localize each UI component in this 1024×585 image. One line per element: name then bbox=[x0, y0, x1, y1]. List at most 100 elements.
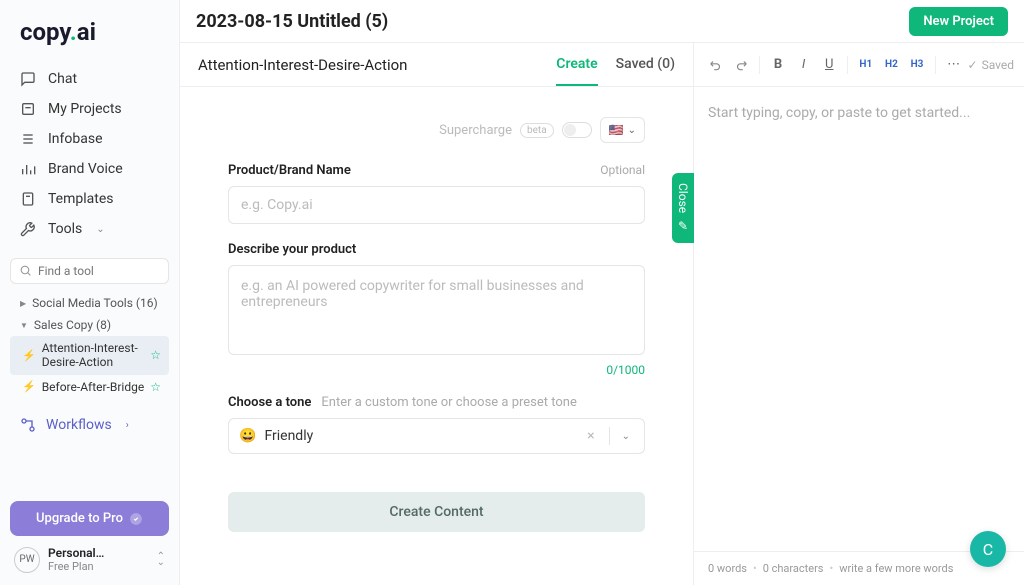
form-panel: Attention-Interest-Desire-Action Create … bbox=[180, 43, 694, 585]
h3-label: H3 bbox=[911, 59, 924, 70]
group-sales-label: Sales Copy (8) bbox=[34, 318, 111, 332]
star-icon[interactable]: ☆ bbox=[150, 348, 161, 362]
tone-value: Friendly bbox=[264, 428, 573, 444]
chevron-down-icon[interactable]: ⌄ bbox=[618, 431, 634, 442]
upgrade-button[interactable]: Upgrade to Pro bbox=[10, 501, 169, 536]
tab-create[interactable]: Create bbox=[556, 44, 597, 86]
nav-chat-label: Chat bbox=[48, 71, 77, 87]
dot-icon: • bbox=[753, 562, 757, 575]
upgrade-label: Upgrade to Pro bbox=[36, 511, 123, 526]
undo-button[interactable] bbox=[704, 53, 728, 77]
pen-icon: ✎ bbox=[676, 219, 690, 233]
h1-button[interactable]: H1 bbox=[854, 53, 878, 77]
chat-icon bbox=[20, 71, 36, 87]
workflows-icon bbox=[20, 417, 36, 433]
page-title[interactable]: 2023-08-15 Untitled (5) bbox=[196, 11, 388, 32]
logo[interactable]: copy.ai bbox=[0, 0, 179, 56]
bold-button[interactable]: B bbox=[766, 53, 790, 77]
user-menu[interactable]: PW Personal… Free Plan ⌃⌄ bbox=[10, 536, 169, 573]
user-name: Personal… bbox=[48, 546, 149, 560]
tone-label: Choose a tone bbox=[228, 395, 311, 410]
caret-right-icon: ▶ bbox=[20, 299, 26, 308]
chevron-down-icon: ⌄ bbox=[96, 224, 104, 235]
more-button[interactable]: ⋯ bbox=[942, 53, 966, 77]
template-name: Attention-Interest-Desire-Action bbox=[198, 56, 407, 74]
tool-bab[interactable]: ⚡ Before-After-Bridge ☆ bbox=[10, 375, 169, 399]
tool-aida-label: Attention-Interest-Desire-Action bbox=[42, 341, 145, 370]
create-content-button[interactable]: Create Content bbox=[228, 492, 645, 532]
tool-aida[interactable]: ⚡ Attention-Interest-Desire-Action ☆ bbox=[10, 336, 169, 375]
search-icon bbox=[19, 264, 32, 278]
group-social[interactable]: ▶ Social Media Tools (16) bbox=[10, 292, 169, 314]
chat-icon: C bbox=[983, 540, 993, 559]
tone-select[interactable]: 😀 Friendly × ⌄ bbox=[228, 418, 645, 454]
clear-icon[interactable]: × bbox=[581, 428, 600, 444]
updown-icon: ⌃⌄ bbox=[157, 554, 165, 566]
h2-label: H2 bbox=[885, 59, 898, 70]
topbar: 2023-08-15 Untitled (5) New Project bbox=[180, 0, 1024, 42]
templates-icon bbox=[20, 191, 36, 207]
tools-icon bbox=[20, 221, 36, 237]
help-fab[interactable]: C bbox=[970, 531, 1006, 567]
nav-chat[interactable]: Chat bbox=[10, 64, 169, 94]
word-count: 0 words bbox=[708, 562, 747, 575]
editor-body[interactable]: Start typing, copy, or paste to get star… bbox=[694, 87, 1024, 551]
nav-templates-label: Templates bbox=[48, 191, 114, 207]
nav-infobase-label: Infobase bbox=[48, 131, 103, 147]
divider bbox=[609, 427, 610, 445]
separator bbox=[759, 56, 760, 74]
user-plan: Free Plan bbox=[48, 560, 149, 573]
tool-search[interactable] bbox=[10, 258, 169, 284]
underline-button[interactable]: U bbox=[817, 53, 841, 77]
nav-projects[interactable]: My Projects bbox=[10, 94, 169, 124]
tool-search-input[interactable] bbox=[38, 264, 194, 278]
supercharge-toggle[interactable] bbox=[562, 122, 592, 138]
chevron-right-icon: › bbox=[126, 420, 129, 431]
more-words-hint: write a few more words bbox=[839, 562, 953, 575]
close-panel-button[interactable]: Close ✎ bbox=[672, 173, 694, 243]
char-count: 0/1000 bbox=[228, 363, 645, 377]
group-sales[interactable]: ▼ Sales Copy (8) bbox=[10, 314, 169, 336]
nav-tools-label: Tools bbox=[48, 221, 82, 237]
tone-emoji: 😀 bbox=[239, 428, 256, 444]
redo-button[interactable] bbox=[730, 53, 754, 77]
product-name-input[interactable] bbox=[228, 186, 645, 224]
separator bbox=[847, 56, 848, 74]
flag-icon: 🇺🇸 bbox=[609, 123, 624, 137]
bolt-icon: ⚡ bbox=[22, 349, 36, 362]
nav-workflows[interactable]: Workflows › bbox=[0, 407, 179, 443]
product-label: Product/Brand Name bbox=[228, 163, 351, 178]
describe-input[interactable] bbox=[228, 265, 645, 355]
tab-saved[interactable]: Saved (0) bbox=[616, 44, 675, 86]
caret-down-icon: ▼ bbox=[20, 321, 28, 330]
avatar-initials: PW bbox=[19, 554, 34, 565]
dot-icon: • bbox=[830, 562, 834, 575]
separator bbox=[935, 56, 936, 74]
editor-panel: B I U H1 H2 H3 ⋯ ✓ Saved Start typing, c… bbox=[694, 43, 1024, 585]
italic-button[interactable]: I bbox=[792, 53, 816, 77]
nav-brandvoice[interactable]: Brand Voice bbox=[10, 154, 169, 184]
tool-bab-label: Before-After-Bridge bbox=[42, 380, 145, 394]
nav-templates[interactable]: Templates bbox=[10, 184, 169, 214]
language-select[interactable]: 🇺🇸 ⌄ bbox=[600, 117, 645, 143]
group-social-label: Social Media Tools (16) bbox=[32, 296, 158, 310]
new-project-button[interactable]: New Project bbox=[909, 7, 1008, 36]
h1-label: H1 bbox=[859, 59, 872, 70]
bolt-icon: ⚡ bbox=[22, 380, 36, 393]
logo-dot: . bbox=[70, 18, 77, 46]
h3-button[interactable]: H3 bbox=[905, 53, 929, 77]
logo-text: copy bbox=[20, 18, 70, 46]
chevron-down-icon: ⌄ bbox=[628, 125, 636, 136]
nav-infobase[interactable]: Infobase bbox=[10, 124, 169, 154]
star-icon[interactable]: ☆ bbox=[150, 380, 161, 394]
create-content-label: Create Content bbox=[389, 504, 483, 520]
brandvoice-icon bbox=[20, 161, 36, 177]
beta-badge: beta bbox=[520, 123, 554, 138]
badge-icon bbox=[129, 512, 143, 526]
check-icon: ✓ bbox=[968, 58, 978, 72]
new-project-label: New Project bbox=[923, 14, 994, 29]
supercharge-label: Supercharge bbox=[439, 123, 512, 138]
nav-tools[interactable]: Tools ⌄ bbox=[10, 214, 169, 244]
h2-button[interactable]: H2 bbox=[880, 53, 904, 77]
editor-placeholder: Start typing, copy, or paste to get star… bbox=[708, 105, 1010, 121]
